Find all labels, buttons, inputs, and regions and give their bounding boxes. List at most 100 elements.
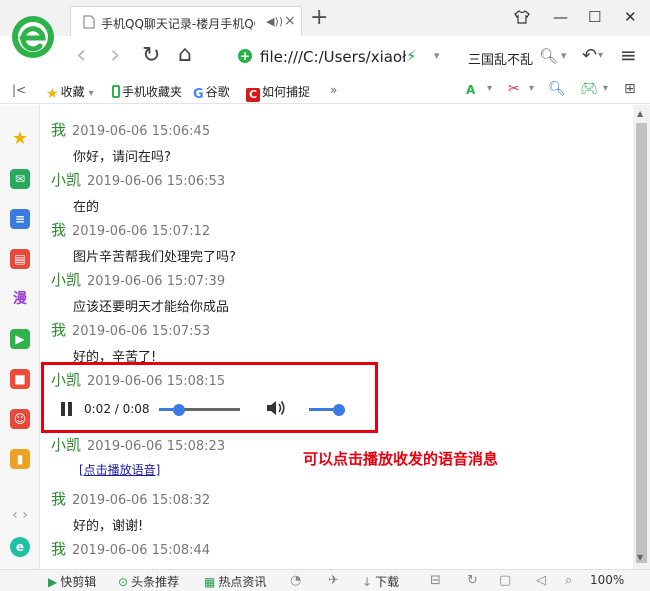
status-bar: ▶ 快剪辑 ⊙ 头条推荐 ▦ 热点资讯 ◔ ✈ ↓ 下载 ⊟ ↻ ▢ ◁ ⌕ 100% xyxy=(0,569,650,591)
message-time: 2019-06-06 15:06:45 xyxy=(72,124,211,139)
refresh-button[interactable]: ↻ xyxy=(142,43,160,68)
sidebar-toggle-icon[interactable]: |< xyxy=(12,83,26,97)
lightning-icon[interactable]: ⚡ xyxy=(406,47,417,65)
chevron-down-icon[interactable]: ▾ xyxy=(561,49,567,62)
apps-grid-icon[interactable]: ⊞ xyxy=(624,81,636,97)
scroll-up-arrow-icon[interactable]: ▲ xyxy=(637,109,643,118)
sidebar-mail-icon[interactable]: ✉ xyxy=(10,169,30,189)
video-edit-icon: ▶ xyxy=(48,575,58,589)
secure-shield-icon: + xyxy=(238,49,252,63)
back-button[interactable]: ‹ xyxy=(76,40,86,70)
forward-button[interactable]: › xyxy=(110,40,120,70)
refresh-icon[interactable]: ↻ xyxy=(467,573,478,588)
bookmark-favorites[interactable]: ★ 收藏 ▾ xyxy=(46,83,94,102)
sidebar-logo-icon[interactable]: e xyxy=(10,537,30,557)
chevron-down-icon[interactable]: ▾ xyxy=(529,83,534,94)
status-item-headlines[interactable]: ⊙ 头条推荐 xyxy=(118,573,179,590)
highlight-box xyxy=(41,362,378,433)
sidebar-tv-icon[interactable]: ▶ xyxy=(10,329,30,349)
star-icon: ★ xyxy=(46,86,59,102)
sidebar-star-icon[interactable]: ★ xyxy=(10,129,30,149)
message-sender: 我 xyxy=(51,321,67,339)
menu-button[interactable]: ≡ xyxy=(620,43,637,67)
message-time: 2019-06-06 15:06:53 xyxy=(87,174,226,189)
message-item: 小凯 2019-06-06 15:08:23 [点击播放语音] xyxy=(51,434,226,477)
bookmark-google[interactable]: G 谷歌 xyxy=(193,83,230,102)
pin-icon[interactable]: ✈ xyxy=(328,573,339,588)
download-button[interactable]: ↓ 下载 xyxy=(362,573,399,590)
navigation-bar: ‹ › ↻ ⌂ + file:///C:/Users/xiaoł ⚡ ▾ 三国乱… xyxy=(0,36,650,78)
message-text: 在的 xyxy=(73,200,100,215)
message-time: 2019-06-06 15:07:53 xyxy=(72,324,211,339)
browser-tab[interactable]: 手机QQ聊天记录-楼月手机QQ ◀)) × xyxy=(70,6,302,36)
message-sender: 我 xyxy=(51,121,67,139)
search-box[interactable]: 三国乱不乱 🔍︎ ▾ xyxy=(466,43,576,71)
close-window-button[interactable]: ✕ xyxy=(624,8,637,26)
skin-icon[interactable] xyxy=(514,10,530,24)
message-sender: 小凯 xyxy=(51,171,82,189)
message-time: 2019-06-06 15:08:44 xyxy=(72,543,211,558)
sidebar-video-icon[interactable]: ■ xyxy=(10,369,30,389)
maximize-button[interactable]: ☐ xyxy=(588,8,601,26)
chevron-down-icon[interactable]: ▾ xyxy=(598,50,603,61)
gamepad-icon[interactable]: 🎮︎ xyxy=(580,81,598,97)
sidebar-news-icon[interactable]: ▤ xyxy=(10,249,30,269)
chevron-down-icon[interactable]: ▾ xyxy=(434,49,440,62)
zoom-level[interactable]: 100% xyxy=(590,573,624,587)
browser-logo-icon[interactable] xyxy=(10,14,56,60)
search-icon[interactable]: 🔍︎ xyxy=(548,81,566,97)
undo-button[interactable]: ↶ xyxy=(582,45,597,66)
chevron-down-icon[interactable]: ▾ xyxy=(487,83,492,94)
translate-icon[interactable]: A xyxy=(466,83,475,97)
message-item: 我 2019-06-06 15:07:12 图片辛苦帮我们处理完了吗? xyxy=(51,219,236,265)
bookmark-mobile-favorites[interactable]: 手机收藏夹 xyxy=(112,83,182,100)
screenshot-icon[interactable]: ⊟ xyxy=(430,573,441,588)
home-button[interactable]: ⌂ xyxy=(178,42,192,67)
minimize-button[interactable]: — xyxy=(553,8,568,26)
scroll-down-arrow-icon[interactable]: ▼ xyxy=(637,553,643,562)
tab-title: 手机QQ聊天记录-楼月手机QQ xyxy=(101,17,255,31)
search-icon[interactable]: 🔍︎ xyxy=(539,47,558,65)
tab-close-icon[interactable]: × xyxy=(284,13,296,29)
message-text: 你好，请问在吗? xyxy=(73,150,171,165)
news-icon: ▦ xyxy=(204,575,216,589)
status-item-hot-news[interactable]: ▦ 热点资讯 xyxy=(204,573,266,590)
chevron-down-icon[interactable]: ▾ xyxy=(603,83,608,94)
sidebar-manga-icon[interactable]: 漫 xyxy=(10,289,30,309)
message-time: 2019-06-06 15:08:32 xyxy=(72,493,211,508)
search-input[interactable]: 三国乱不乱 xyxy=(468,49,540,68)
more-bookmarks-button[interactable]: » xyxy=(330,83,337,97)
sidebar-document-icon[interactable]: ≡ xyxy=(10,209,30,229)
title-bar: 手机QQ聊天记录-楼月手机QQ ◀)) × + — ☐ ✕ xyxy=(0,0,650,58)
vertical-scrollbar[interactable]: ▲ ▼ xyxy=(633,105,650,569)
message-item: 我 2019-06-06 15:08:44 xyxy=(51,538,210,559)
message-item: 我 2019-06-06 15:06:45 你好，请问在吗? xyxy=(51,119,211,165)
message-item: 小凯 2019-06-06 15:06:53 在的 xyxy=(51,169,226,215)
google-icon: G xyxy=(193,87,204,102)
bookmark-how-to-capture[interactable]: C 如何捕捉 xyxy=(246,83,310,102)
new-tab-button[interactable]: + xyxy=(310,5,328,30)
mute-icon[interactable]: ◁ xyxy=(536,573,546,588)
message-item: 小凯 2019-06-06 15:07:39 应该还要明天才能给你成品 xyxy=(51,269,229,315)
status-item-quick-edit[interactable]: ▶ 快剪辑 xyxy=(48,573,96,590)
window-icon[interactable]: ▢ xyxy=(499,573,511,588)
message-sender: 我 xyxy=(51,540,67,558)
scissors-icon[interactable]: ✂ xyxy=(508,81,520,97)
play-voice-link[interactable]: [点击播放语音] xyxy=(79,461,160,478)
message-text: 图片辛苦帮我们处理完了吗? xyxy=(73,250,236,265)
zoom-icon[interactable]: ⌕ xyxy=(565,573,572,588)
play-circle-icon: ⊙ xyxy=(118,575,129,589)
speaker-icon[interactable]: ◀)) xyxy=(266,15,283,28)
scroll-thumb[interactable] xyxy=(636,123,647,563)
message-time: 2019-06-06 15:08:23 xyxy=(87,439,226,454)
bookmarks-bar: |< ★ 收藏 ▾ 手机收藏夹 G 谷歌 C 如何捕捉 » A ▾ ✂ ▾ 🔍︎ 🎮︎ … xyxy=(0,78,650,104)
chat-log-content: 我 2019-06-06 15:06:45 你好，请问在吗? 小凯 2019-06-… xyxy=(41,105,633,569)
sidebar-bookmark-icon[interactable]: ▮ xyxy=(10,449,30,469)
speed-icon[interactable]: ◔ xyxy=(290,573,301,588)
url-text[interactable]: file:///C:/Users/xiaoł xyxy=(260,48,410,66)
chevron-down-icon: ▾ xyxy=(88,88,94,99)
sidebar-nav-arrows-icon[interactable]: ‹ › xyxy=(10,505,30,525)
message-time: 2019-06-06 15:07:39 xyxy=(87,274,226,289)
address-bar[interactable]: + file:///C:/Users/xiaoł ⚡ ▾ xyxy=(230,43,458,71)
sidebar-game-icon[interactable]: ☺ xyxy=(10,409,30,429)
